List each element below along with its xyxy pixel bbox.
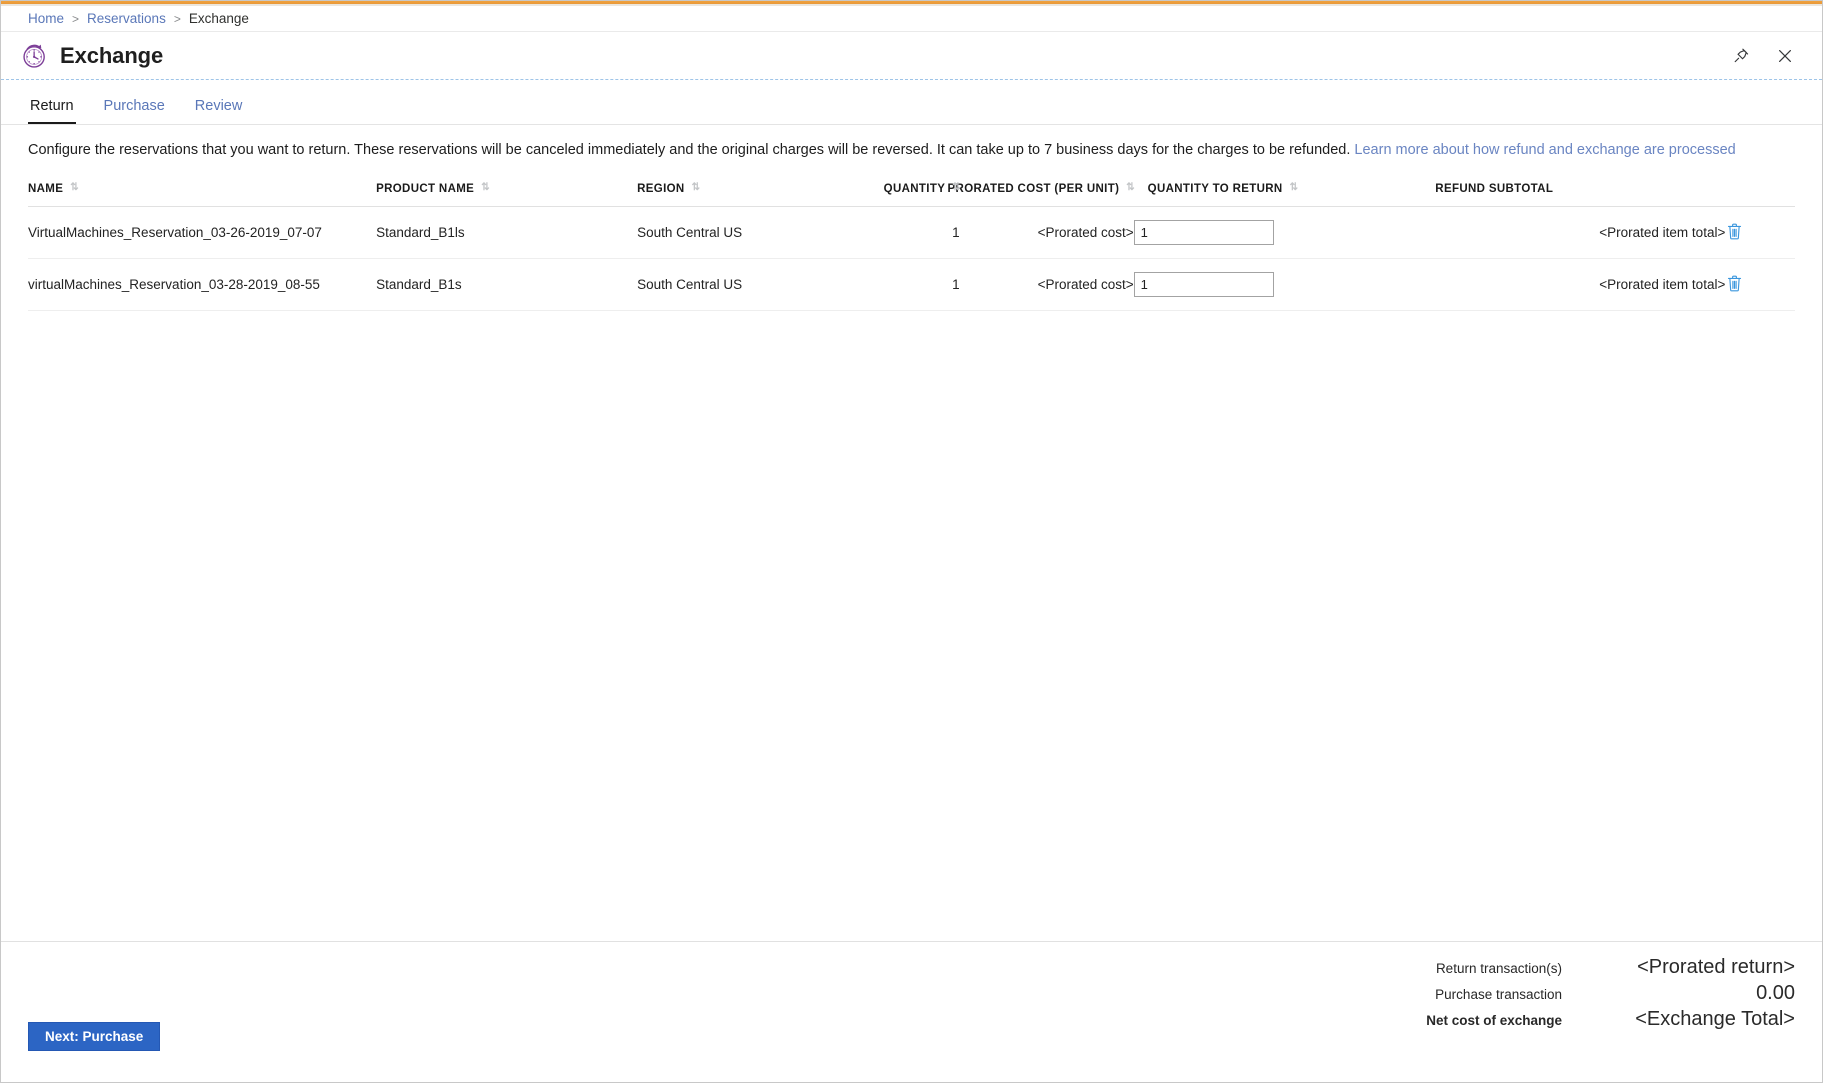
column-header-refund-subtotal-label: REFUND SUBTOTAL [1435, 182, 1554, 195]
sort-icon[interactable]: ⇅ [1290, 182, 1298, 193]
quantity-to-return-input[interactable] [1133, 271, 1274, 297]
blade-header-actions [1730, 45, 1804, 67]
column-header-prorated-cost[interactable]: PRORATED COST (PER UNIT) ⇅ [948, 182, 1135, 207]
trash-icon[interactable] [1725, 221, 1743, 241]
column-header-quantity-to-return-label: QUANTITY TO RETURN [1147, 182, 1283, 195]
sort-icon[interactable]: ⇅ [952, 182, 960, 193]
breadcrumb: Home > Reservations > Exchange [1, 6, 1822, 32]
total-label-purchase-transaction: Purchase transaction [1435, 987, 1562, 1002]
column-header-quantity-label: QUANTITY [883, 182, 946, 195]
pin-icon[interactable] [1730, 45, 1752, 67]
cell-refund-subtotal: <Prorated item total> [1435, 258, 1726, 311]
reservations-table: NAME ⇅ PRODUCT NAME ⇅ REGION ⇅ QUANTITY … [28, 182, 1795, 311]
tab-return[interactable]: Return [28, 98, 76, 125]
total-row-return-transactions: Return transaction(s) <Prorated return> [28, 956, 1795, 979]
blade-header: Exchange [1, 32, 1822, 80]
cell-quantity: 1 [855, 258, 960, 311]
cell-quantity-to-return [1133, 258, 1436, 311]
sort-icon[interactable]: ⇅ [70, 182, 78, 193]
reservations-table-container: NAME ⇅ PRODUCT NAME ⇅ REGION ⇅ QUANTITY … [1, 161, 1822, 941]
tab-purchase[interactable]: Purchase [102, 98, 167, 125]
close-icon[interactable] [1774, 45, 1796, 67]
cell-region: South Central US [637, 206, 856, 259]
quantity-to-return-input[interactable] [1133, 219, 1274, 245]
column-header-quantity-to-return[interactable]: QUANTITY TO RETURN ⇅ [1133, 182, 1436, 207]
breadcrumb-item-home[interactable]: Home [28, 11, 64, 26]
cell-region: South Central US [637, 258, 856, 311]
cell-name: VirtualMachines_Reservation_03-26-2019_0… [28, 206, 377, 259]
breadcrumb-separator-icon: > [173, 11, 181, 26]
totals-summary: Return transaction(s) <Prorated return> … [28, 956, 1795, 1031]
total-label-net-cost: Net cost of exchange [1426, 1013, 1562, 1028]
sort-icon[interactable]: ⇅ [481, 182, 489, 193]
column-header-product-name-label: PRODUCT NAME [376, 182, 475, 195]
reservation-clock-icon [23, 44, 45, 68]
column-header-region[interactable]: REGION ⇅ [637, 182, 856, 207]
cell-delete-action [1725, 258, 1795, 311]
cell-quantity-to-return [1133, 206, 1436, 259]
column-header-actions [1725, 182, 1795, 207]
sort-icon[interactable]: ⇅ [1126, 182, 1134, 193]
table-header-row: NAME ⇅ PRODUCT NAME ⇅ REGION ⇅ QUANTITY … [28, 182, 1795, 207]
table-row[interactable]: VirtualMachines_Reservation_03-26-2019_0… [28, 206, 1795, 259]
blade-footer: Return transaction(s) <Prorated return> … [1, 941, 1822, 1082]
cell-product-name: Standard_B1ls [376, 206, 638, 259]
column-header-refund-subtotal: REFUND SUBTOTAL [1435, 182, 1726, 207]
column-header-quantity[interactable]: QUANTITY ⇅ [855, 182, 961, 207]
total-row-net-cost: Net cost of exchange <Exchange Total> [28, 1008, 1795, 1031]
total-label-return-transactions: Return transaction(s) [1435, 961, 1562, 976]
cell-refund-subtotal: <Prorated item total> [1435, 206, 1726, 259]
trash-icon[interactable] [1725, 273, 1743, 293]
blade-window: Home > Reservations > Exchange Exchange [0, 0, 1823, 1083]
table-row[interactable]: virtualMachines_Reservation_03-28-2019_0… [28, 258, 1795, 311]
total-row-purchase-transaction: Purchase transaction 0.00 [28, 982, 1795, 1005]
column-header-region-label: REGION [637, 182, 685, 195]
cell-quantity: 1 [855, 206, 960, 259]
instructions-text: Configure the reservations that you want… [1, 126, 1822, 161]
column-header-product-name[interactable]: PRODUCT NAME ⇅ [376, 182, 638, 207]
instructions-body: Configure the reservations that you want… [28, 142, 1355, 158]
column-header-name[interactable]: NAME ⇅ [28, 182, 377, 207]
table-body: VirtualMachines_Reservation_03-26-2019_0… [28, 206, 1795, 311]
learn-more-link[interactable]: Learn more about how refund and exchange… [1354, 142, 1735, 158]
cell-product-name: Standard_B1s [376, 258, 638, 311]
total-value-purchase-transaction: 0.00 [1756, 982, 1795, 1004]
total-value-return-transactions: <Prorated return> [1637, 956, 1795, 978]
breadcrumb-item-exchange: Exchange [188, 11, 249, 26]
column-header-prorated-cost-label: PRORATED COST (PER UNIT) [947, 182, 1120, 195]
sort-icon[interactable]: ⇅ [692, 182, 700, 193]
next-purchase-button[interactable]: Next: Purchase [28, 1022, 161, 1051]
tab-review[interactable]: Review [193, 98, 245, 125]
total-value-net-cost: <Exchange Total> [1635, 1008, 1795, 1030]
tab-bar: Return Purchase Review [1, 80, 1822, 126]
cell-delete-action [1725, 206, 1795, 259]
breadcrumb-item-reservations[interactable]: Reservations [87, 11, 166, 26]
cell-prorated-cost: <Prorated cost> [959, 206, 1134, 259]
tab-bar-divider [1, 124, 1822, 125]
cell-name: virtualMachines_Reservation_03-28-2019_0… [28, 258, 377, 311]
breadcrumb-separator-icon: > [72, 11, 80, 26]
page-title: Exchange [60, 42, 164, 68]
column-header-name-label: NAME [28, 182, 64, 195]
cell-prorated-cost: <Prorated cost> [959, 258, 1134, 311]
